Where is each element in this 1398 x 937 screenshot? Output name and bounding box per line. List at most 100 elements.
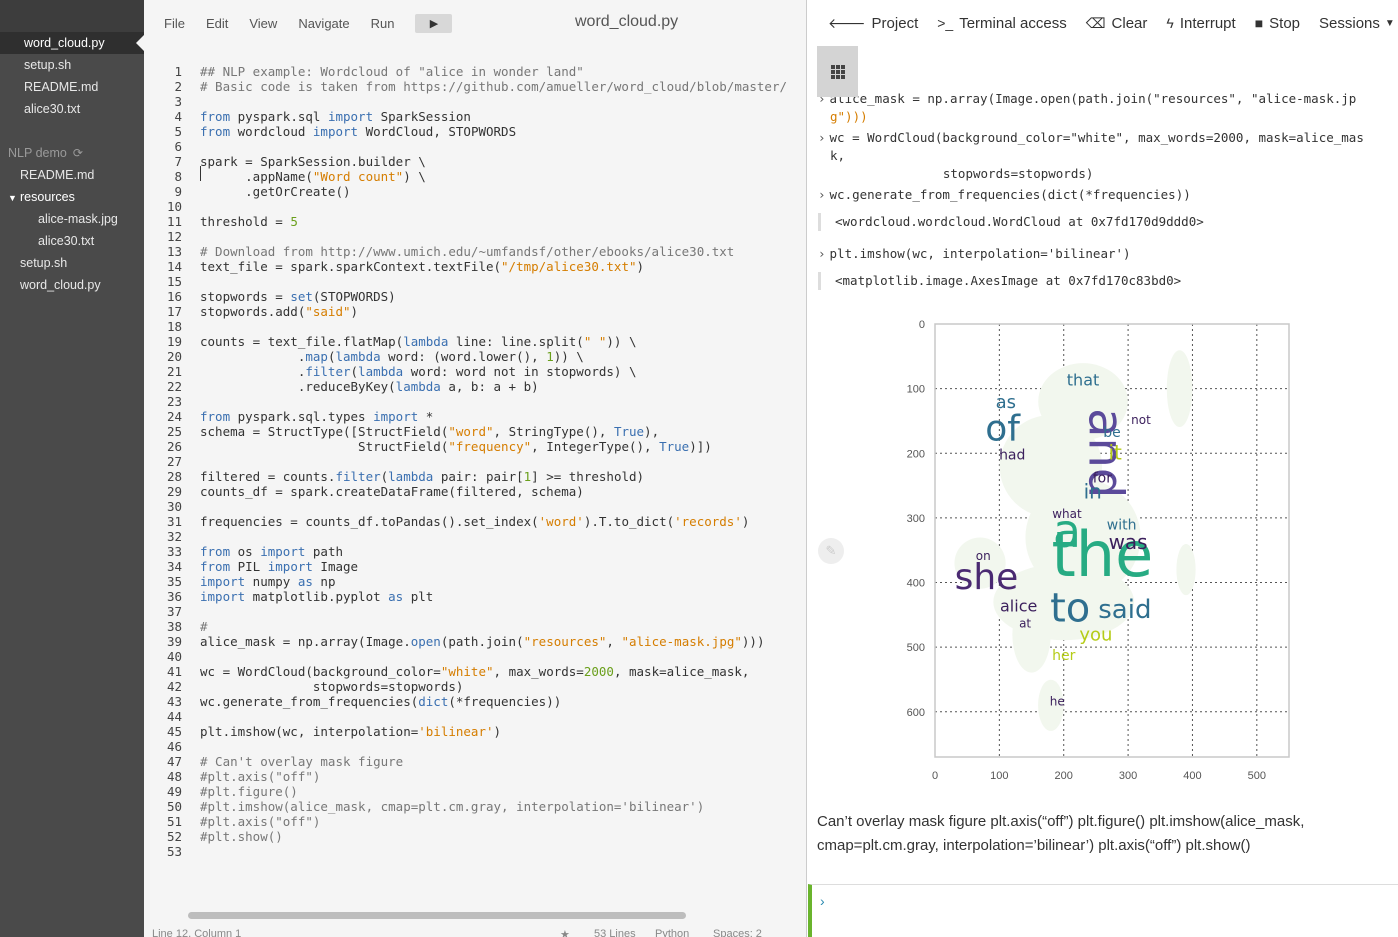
- code-line[interactable]: 53: [144, 844, 807, 859]
- code-line[interactable]: 18: [144, 319, 807, 334]
- code-area[interactable]: 1 ## NLP example: Wordcloud of "alice in …: [144, 64, 807, 859]
- line-number: 13: [166, 244, 182, 259]
- code-line[interactable]: 39 alice_mask = np.array(Image.open(path.…: [144, 634, 807, 649]
- console-input-continuation: stopwords=stopwords): [830, 166, 1094, 181]
- open-file-item[interactable]: README.md: [0, 76, 144, 98]
- open-file-item[interactable]: word_cloud.py: [0, 32, 145, 54]
- grid-view-button[interactable]: [817, 46, 858, 97]
- clear-button[interactable]: ⌫ Clear: [1086, 15, 1148, 32]
- code-line[interactable]: 41 wc = WordCloud(background_color="white…: [144, 664, 807, 679]
- code-line[interactable]: 34 from PIL import Image: [144, 559, 807, 574]
- folder-caret-icon[interactable]: ▼: [8, 187, 20, 209]
- code-line[interactable]: 4 from pyspark.sql import SparkSession: [144, 109, 807, 124]
- code-line[interactable]: 15: [144, 274, 807, 289]
- scrollbar-thumb[interactable]: [188, 912, 686, 919]
- code-line[interactable]: 14 text_file = spark.sparkContext.textFil…: [144, 259, 807, 274]
- collapse-output-icon[interactable]: ✎: [818, 538, 844, 564]
- code-line[interactable]: 7 spark = SparkSession.builder \: [144, 154, 807, 169]
- code-line[interactable]: 46: [144, 739, 807, 754]
- code-line[interactable]: 44: [144, 709, 807, 724]
- menu-file[interactable]: File: [164, 16, 185, 31]
- code-line[interactable]: 6: [144, 139, 807, 154]
- open-file-item[interactable]: alice30.txt: [0, 98, 144, 120]
- code-line[interactable]: 42 stopwords=stopwords): [144, 679, 807, 694]
- file-item[interactable]: setup.sh: [0, 252, 144, 274]
- code-line[interactable]: 19 counts = text_file.flatMap(lambda line…: [144, 334, 807, 349]
- code-line[interactable]: 8 .appName("Word count") \: [144, 169, 807, 184]
- code-line[interactable]: 23: [144, 394, 807, 409]
- sessions-dropdown[interactable]: Sessions ▼: [1319, 15, 1395, 32]
- star-icon[interactable]: ★: [560, 928, 570, 937]
- stop-button[interactable]: ■ Stop: [1255, 15, 1300, 32]
- refresh-icon[interactable]: ⟳: [73, 142, 83, 164]
- menu-view[interactable]: View: [249, 16, 277, 31]
- code-line[interactable]: 24 from pyspark.sql.types import *: [144, 409, 807, 424]
- code-line[interactable]: 29 counts_df = spark.createDataFrame(filt…: [144, 484, 807, 499]
- code-line[interactable]: 25 schema = StructType([StructField("word…: [144, 424, 807, 439]
- code-line[interactable]: 1 ## NLP example: Wordcloud of "alice in …: [144, 64, 807, 79]
- code-line[interactable]: 12: [144, 229, 807, 244]
- open-file-item[interactable]: setup.sh: [0, 54, 144, 76]
- code-line[interactable]: 20 .map(lambda word: (word.lower(), 1)) …: [144, 349, 807, 364]
- code-line[interactable]: 40: [144, 649, 807, 664]
- line-number: 44: [166, 709, 182, 724]
- code-text: .appName("Word count") \: [200, 169, 426, 184]
- code-line[interactable]: 49 #plt.figure(): [144, 784, 807, 799]
- file-item[interactable]: word_cloud.py: [0, 274, 144, 296]
- code-line[interactable]: 13 # Download from http://www.umich.edu/~…: [144, 244, 807, 259]
- code-line[interactable]: 21 .filter(lambda word: word not in stop…: [144, 364, 807, 379]
- language-mode[interactable]: Python: [655, 928, 689, 937]
- code-line[interactable]: 45 plt.imshow(wc, interpolation='bilinear…: [144, 724, 807, 739]
- code-text: #plt.axis("off"): [200, 814, 321, 829]
- line-number: 4: [174, 109, 182, 124]
- code-line[interactable]: 22 .reduceByKey(lambda a, b: a + b): [144, 379, 807, 394]
- indent-setting[interactable]: Spaces: 2: [713, 928, 762, 937]
- console-toolbar: 🡐 Project >_ Terminal access ⌫ Clear ϟ Inter…: [808, 0, 1398, 46]
- code-line[interactable]: 37: [144, 604, 807, 619]
- line-number: 1: [174, 64, 182, 79]
- code-line[interactable]: 2 # Basic code is taken from https://gith…: [144, 79, 807, 94]
- code-line[interactable]: 3: [144, 94, 807, 109]
- code-line[interactable]: 5 from wordcloud import WordCloud, STOPWO…: [144, 124, 807, 139]
- menu-edit[interactable]: Edit: [206, 16, 228, 31]
- code-line[interactable]: 43 wc.generate_from_frequencies(dict(*fre…: [144, 694, 807, 709]
- code-line[interactable]: 31 frequencies = counts_df.toPandas().set…: [144, 514, 807, 529]
- file-item[interactable]: alice-mask.jpg: [0, 208, 144, 230]
- line-number: 24: [166, 409, 182, 424]
- code-line[interactable]: 26 StructField("frequency", IntegerType(…: [144, 439, 807, 454]
- menu-navigate[interactable]: Navigate: [298, 16, 349, 31]
- project-folder-header[interactable]: NLP demo ⟳: [0, 142, 144, 164]
- code-line[interactable]: 51 #plt.axis("off"): [144, 814, 807, 829]
- menu-run[interactable]: Run: [371, 16, 395, 31]
- code-line[interactable]: 28 filtered = counts.filter(lambda pair: …: [144, 469, 807, 484]
- code-line[interactable]: 35 import numpy as np: [144, 574, 807, 589]
- code-line[interactable]: 27: [144, 454, 807, 469]
- code-line[interactable]: 38 #: [144, 619, 807, 634]
- code-line[interactable]: 9 .getOrCreate(): [144, 184, 807, 199]
- terminal-access-button[interactable]: >_ Terminal access: [937, 15, 1067, 32]
- code-line[interactable]: 33 from os import path: [144, 544, 807, 559]
- horizontal-scrollbar[interactable]: [184, 910, 804, 919]
- code-line[interactable]: 48 #plt.axis("off"): [144, 769, 807, 784]
- file-item[interactable]: alice30.txt: [0, 230, 144, 252]
- code-line[interactable]: 50 #plt.imshow(alice_mask, cmap=plt.cm.gr…: [144, 799, 807, 814]
- code-line[interactable]: 36 import matplotlib.pyplot as plt: [144, 589, 807, 604]
- run-button[interactable]: ▶: [415, 13, 453, 33]
- console-input[interactable]: ›: [808, 884, 1398, 937]
- folder-item[interactable]: ▼ resources: [0, 186, 144, 208]
- terminal-icon: >_: [937, 15, 954, 31]
- code-line[interactable]: 47 # Can't overlay mask figure: [144, 754, 807, 769]
- code-line[interactable]: 17 stopwords.add("said"): [144, 304, 807, 319]
- code-line[interactable]: 10: [144, 199, 807, 214]
- cursor-position: Line 12, Column 1: [152, 928, 242, 937]
- code-line[interactable]: 16 stopwords = set(STOPWORDS): [144, 289, 807, 304]
- interrupt-button[interactable]: ϟ Interrupt: [1166, 15, 1235, 32]
- code-line[interactable]: 32: [144, 529, 807, 544]
- code-line[interactable]: 52 #plt.show(): [144, 829, 807, 844]
- file-item[interactable]: README.md: [0, 164, 144, 186]
- code-line[interactable]: 30: [144, 499, 807, 514]
- project-button[interactable]: 🡐 Project: [828, 15, 918, 32]
- code-line[interactable]: 11 threshold = 5: [144, 214, 807, 229]
- editor-file-title: word_cloud.py: [575, 13, 679, 30]
- line-number: 8: [174, 169, 182, 184]
